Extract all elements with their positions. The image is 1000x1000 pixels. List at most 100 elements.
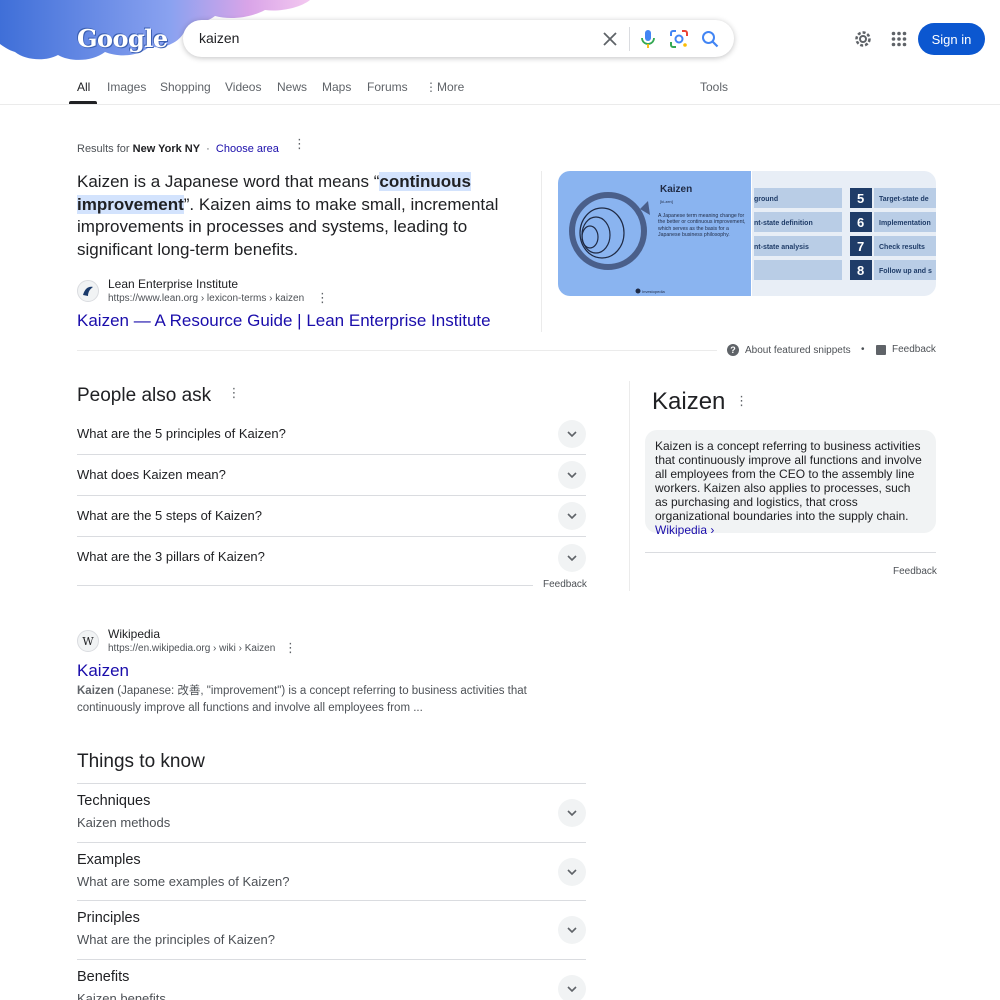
location-menu-icon[interactable] xyxy=(290,136,306,152)
paa-bottom-divider xyxy=(77,585,533,586)
paa-menu-icon[interactable] xyxy=(224,385,240,401)
kp-description: Kaizen is a concept referring to busines… xyxy=(645,430,936,537)
snippet-source-menu-icon[interactable] xyxy=(313,290,329,306)
choose-area-link[interactable]: Choose area xyxy=(216,143,279,155)
feedback-icon xyxy=(876,344,886,355)
wiki-snippet-text: (Japanese: 改善, "improvement") is a conce… xyxy=(77,685,527,714)
apps-icon[interactable] xyxy=(888,28,910,50)
snippet-source-name[interactable]: Lean Enterprise Institute xyxy=(108,277,238,291)
tab-maps[interactable]: Maps xyxy=(322,80,351,94)
tab-news[interactable]: News xyxy=(277,80,307,94)
paa-feedback-link[interactable]: Feedback xyxy=(543,579,587,590)
image-phonetic: [ki-zen] xyxy=(660,199,673,204)
chevron-down-icon[interactable] xyxy=(558,420,586,448)
tab-all[interactable]: All xyxy=(77,80,90,94)
search-icon[interactable] xyxy=(698,27,722,51)
image-body-text: A Japanese term meaning change for the b… xyxy=(658,213,746,238)
location-place: New York NY xyxy=(132,143,201,155)
kaizen-definition-image[interactable]: Kaizen [ki-zen] A Japanese term meaning … xyxy=(558,171,751,296)
ttk-item-heading: Examples xyxy=(77,852,141,868)
paa-question[interactable]: What are the 3 pillars of Kaizen? xyxy=(77,537,586,585)
paa-question-text: What are the 3 pillars of Kaizen? xyxy=(77,549,265,564)
location-separator: · xyxy=(206,143,210,155)
step-right-7: Check results xyxy=(879,244,925,251)
paa-title: People also ask xyxy=(77,385,212,406)
clear-icon[interactable] xyxy=(598,27,622,51)
featured-snippet-text: Kaizen is a Japanese word that means “co… xyxy=(77,171,527,261)
search-input[interactable] xyxy=(199,30,579,46)
things-to-know-item[interactable]: Benefits Kaizen benefits xyxy=(77,959,586,1000)
step-right-6: Implementation xyxy=(879,220,931,227)
tab-shopping[interactable]: Shopping xyxy=(160,80,211,94)
ttk-item-subtitle: Kaizen methods xyxy=(77,815,171,830)
paa-question[interactable]: What are the 5 principles of Kaizen? xyxy=(77,414,586,455)
tools-button[interactable]: Tools xyxy=(700,80,728,94)
paa-question[interactable]: What does Kaizen mean? xyxy=(77,455,586,496)
tab-more[interactable]: More xyxy=(437,80,464,94)
things-to-know-item[interactable]: Principles What are the principles of Ka… xyxy=(77,900,586,959)
google-logo[interactable]: Google xyxy=(77,24,168,53)
tab-forums[interactable]: Forums xyxy=(367,80,408,94)
wikipedia-favicon-icon[interactable]: W xyxy=(77,630,99,652)
paa-question[interactable]: What are the 5 steps of Kaizen? xyxy=(77,496,586,537)
more-icon[interactable]: ⋮ xyxy=(425,80,437,94)
kp-wikipedia-link[interactable]: Wikipedia › xyxy=(655,523,714,537)
chevron-down-icon[interactable] xyxy=(558,799,586,827)
snippet-feedback-link[interactable]: Feedback xyxy=(876,344,936,355)
snippet-result-title[interactable]: Kaizen — A Resource Guide | Lean Enterpr… xyxy=(77,311,491,331)
lean-favicon-icon[interactable] xyxy=(77,280,99,302)
snippet-vertical-divider xyxy=(541,171,542,332)
snippet-footer-divider xyxy=(77,350,717,351)
kp-divider xyxy=(645,552,936,553)
kp-description-text: Kaizen is a concept referring to busines… xyxy=(655,439,922,523)
tab-videos[interactable]: Videos xyxy=(225,80,261,94)
wiki-source-name[interactable]: Wikipedia xyxy=(108,627,160,641)
chevron-down-icon[interactable] xyxy=(558,975,586,1000)
step-left-2: nt-state definition xyxy=(754,220,813,227)
ttk-item-heading: Principles xyxy=(77,910,140,926)
kp-feedback-link[interactable]: Feedback xyxy=(893,566,937,577)
ttk-item-heading: Benefits xyxy=(77,969,130,985)
chevron-down-icon[interactable] xyxy=(558,461,586,489)
wiki-source-menu-icon[interactable] xyxy=(281,640,297,656)
search-divider xyxy=(629,27,630,51)
step-num-5: 5 xyxy=(857,191,864,206)
sign-in-button[interactable]: Sign in xyxy=(918,23,985,55)
step-right-8: Follow up and s xyxy=(879,268,932,275)
location-line: Results for New York NY · Choose area xyxy=(77,136,306,155)
chevron-down-icon[interactable] xyxy=(558,502,586,530)
paa-question-text: What are the 5 principles of Kaizen? xyxy=(77,426,286,441)
kaizen-steps-image[interactable]: ground nt-state definition nt-state anal… xyxy=(752,171,936,296)
tabs-divider xyxy=(0,104,1000,105)
snippet-feedback-label: Feedback xyxy=(892,344,936,355)
wiki-source-url[interactable]: https://en.wikipedia.org › wiki › Kaizen xyxy=(108,643,275,654)
search-box[interactable] xyxy=(183,20,734,57)
step-left-1: ground xyxy=(754,196,778,203)
kp-menu-icon[interactable] xyxy=(732,393,748,409)
things-to-know-item[interactable]: Techniques Kaizen methods xyxy=(77,783,586,842)
wiki-result-title[interactable]: Kaizen xyxy=(77,661,129,681)
microphone-icon[interactable] xyxy=(636,27,660,51)
snippet-source-url[interactable]: https://www.lean.org › lexicon-terms › k… xyxy=(108,293,304,304)
about-snippets-label: About featured snippets xyxy=(745,344,851,356)
help-icon: ? xyxy=(727,344,739,356)
tab-images[interactable]: Images xyxy=(107,80,146,94)
lens-icon[interactable] xyxy=(667,27,691,51)
paa-question-text: What does Kaizen mean? xyxy=(77,467,226,482)
step-num-8: 8 xyxy=(857,263,864,278)
settings-icon[interactable] xyxy=(852,28,874,50)
location-prefix: Results for xyxy=(77,143,130,155)
image-credit: Investopedia xyxy=(642,289,665,294)
snippet-footer-dot: • xyxy=(861,344,865,355)
kp-vertical-divider xyxy=(629,381,630,591)
chevron-down-icon[interactable] xyxy=(558,544,586,572)
things-to-know-item[interactable]: Examples What are some examples of Kaize… xyxy=(77,842,586,901)
ttk-item-subtitle: What are the principles of Kaizen? xyxy=(77,932,275,947)
paa-heading: People also ask xyxy=(77,385,240,407)
chevron-down-icon[interactable] xyxy=(558,916,586,944)
about-snippets-link[interactable]: ? About featured snippets xyxy=(727,344,851,356)
ttk-item-heading: Techniques xyxy=(77,793,151,809)
kp-heading: Kaizen xyxy=(652,388,748,416)
kp-title: Kaizen xyxy=(652,388,726,415)
chevron-down-icon[interactable] xyxy=(558,858,586,886)
